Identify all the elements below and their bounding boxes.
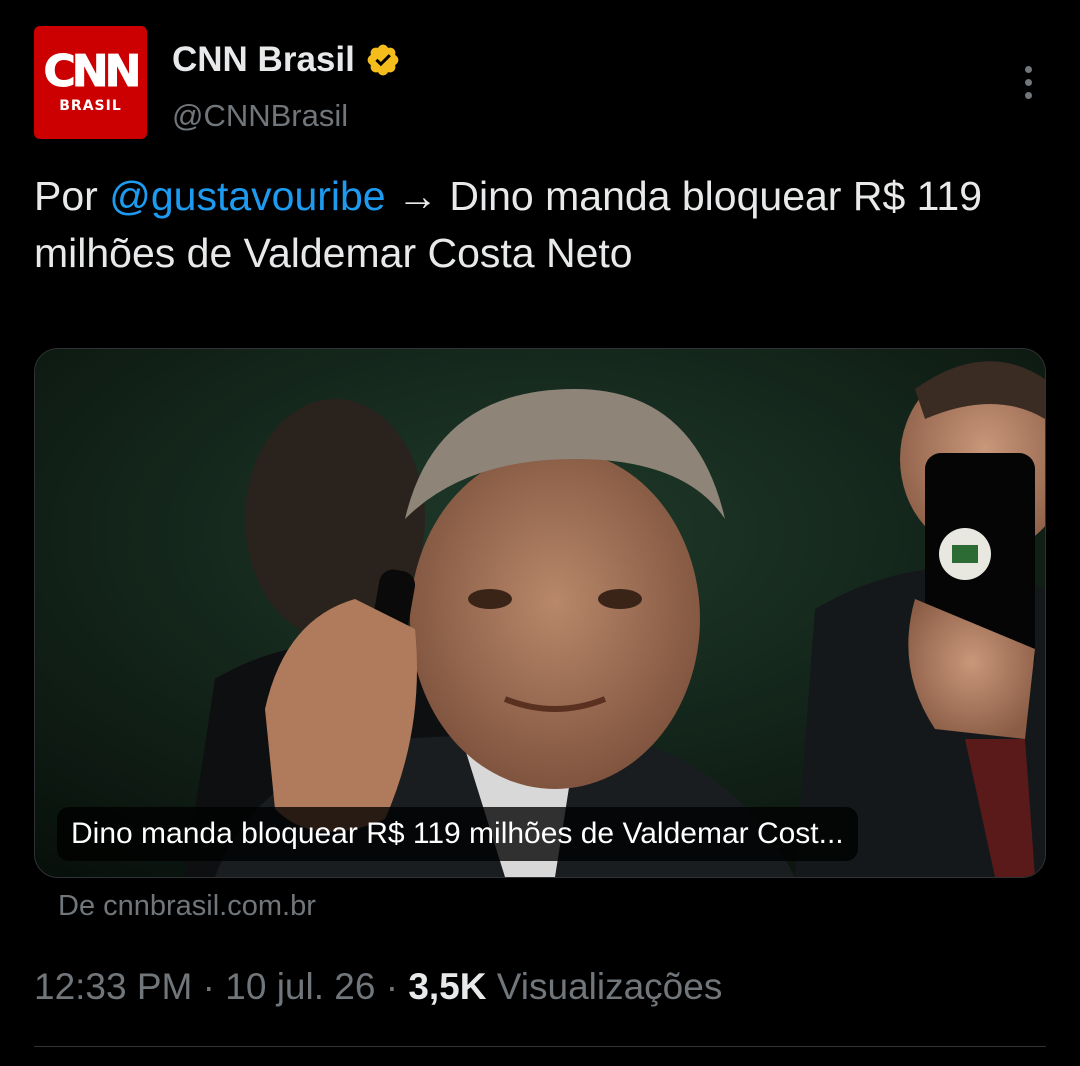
avatar[interactable]: CNN BRASIL [34, 26, 147, 139]
handle[interactable]: @CNNBrasil [172, 98, 348, 134]
avatar-logo-text: CNN [43, 45, 142, 97]
display-name[interactable]: CNN Brasil [172, 40, 355, 80]
meta-separator: · [202, 966, 215, 1007]
tweet-prefix: Por [34, 173, 98, 219]
name-row: CNN Brasil [172, 40, 401, 80]
tweet-header: CNN BRASIL CNN Brasil @CNNBrasil [34, 26, 1046, 140]
card-photo [35, 349, 1045, 877]
meta-separator: · [385, 966, 399, 1007]
card-caption: Dino manda bloquear R$ 119 milhões de Va… [57, 807, 858, 861]
mention-link[interactable]: @gustavouribe [109, 173, 385, 219]
views-count: 3,5K [408, 966, 487, 1007]
more-options-icon[interactable] [1016, 66, 1040, 106]
tweet-date[interactable]: 10 jul. 26 [225, 966, 375, 1007]
tweet-meta: 12:33 PM · 10 jul. 26 · 3,5K Visualizaçõ… [34, 966, 722, 1008]
card-source[interactable]: De cnnbrasil.com.br [58, 890, 316, 923]
link-card[interactable]: Dino manda bloquear R$ 119 milhões de Va… [34, 348, 1046, 878]
divider [34, 1046, 1046, 1047]
tweet-time[interactable]: 12:33 PM [34, 966, 192, 1007]
avatar-subtitle: BRASIL [59, 97, 122, 114]
views-label: Visualizações [496, 966, 723, 1007]
verified-badge-icon[interactable] [365, 42, 401, 78]
tweet-text: Por @gustavouribe → Dino manda bloquear … [34, 168, 1034, 282]
